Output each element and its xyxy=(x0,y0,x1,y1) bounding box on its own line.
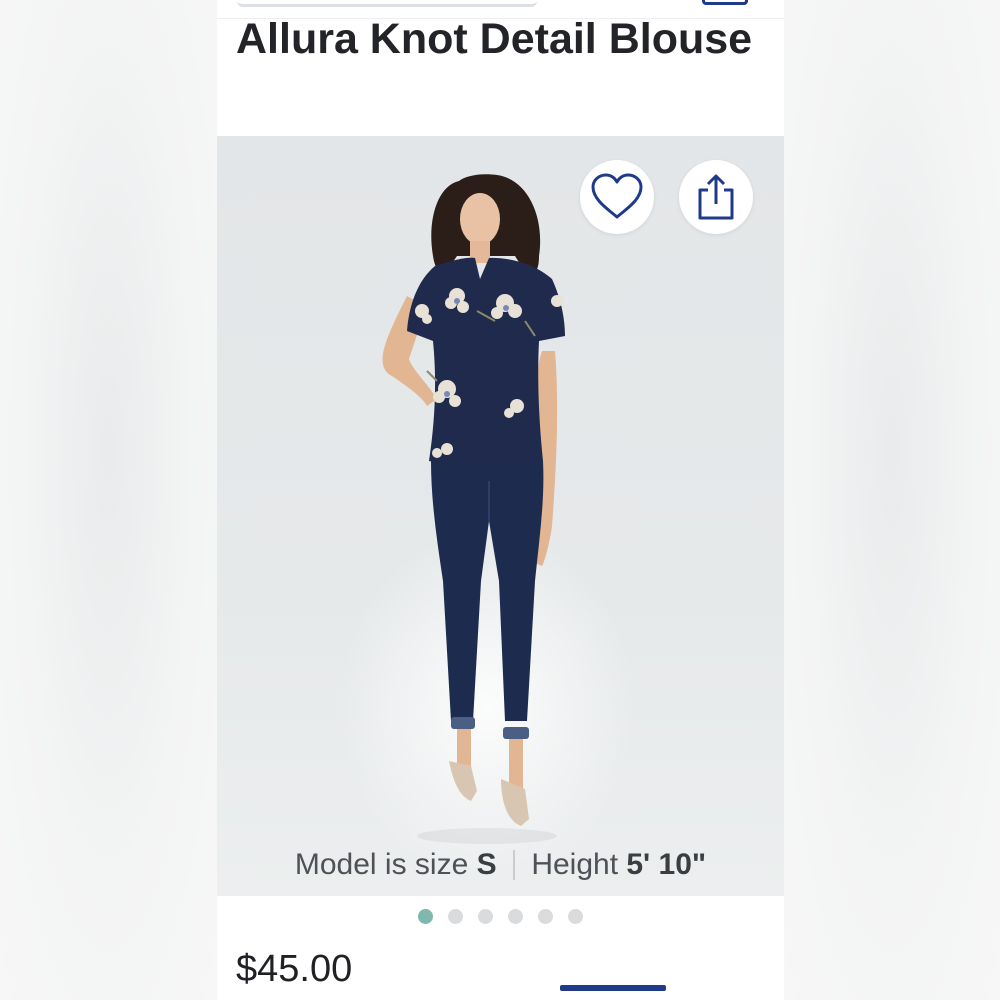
carousel-pagination xyxy=(217,909,784,924)
model-photo xyxy=(382,174,565,844)
share-upload-icon xyxy=(698,174,734,220)
favorite-button[interactable] xyxy=(580,160,654,234)
blurred-background-left xyxy=(0,0,217,1000)
carousel-dot-4[interactable] xyxy=(508,909,523,924)
menu-icon[interactable] xyxy=(702,0,748,5)
model-height-label: Height xyxy=(531,848,619,881)
carousel-dot-3[interactable] xyxy=(478,909,493,924)
home-indicator-partial xyxy=(560,985,666,991)
search-bar-partial[interactable] xyxy=(237,0,537,7)
carousel-dot-2[interactable] xyxy=(448,909,463,924)
product-page: Allura Knot Detail Blouse Model is size … xyxy=(217,0,784,1000)
caption-divider xyxy=(512,850,515,880)
blurred-background-right xyxy=(784,0,1000,1000)
product-title: Allura Knot Detail Blouse xyxy=(236,15,753,63)
model-size-caption: Model is size S Height 5' 10" xyxy=(217,848,784,882)
product-image[interactable]: Model is size S Height 5' 10" xyxy=(217,136,784,896)
share-button[interactable] xyxy=(679,160,753,234)
heart-outline-icon xyxy=(591,173,643,219)
carousel-dot-5[interactable] xyxy=(538,909,553,924)
model-size-label: Model is size xyxy=(294,848,469,881)
model-size-value: S xyxy=(476,848,497,881)
carousel-dot-6[interactable] xyxy=(568,909,583,924)
carousel-dot-1[interactable] xyxy=(418,909,433,924)
product-price: $45.00 xyxy=(236,948,353,990)
model-height-value: 5' 10" xyxy=(626,848,707,881)
